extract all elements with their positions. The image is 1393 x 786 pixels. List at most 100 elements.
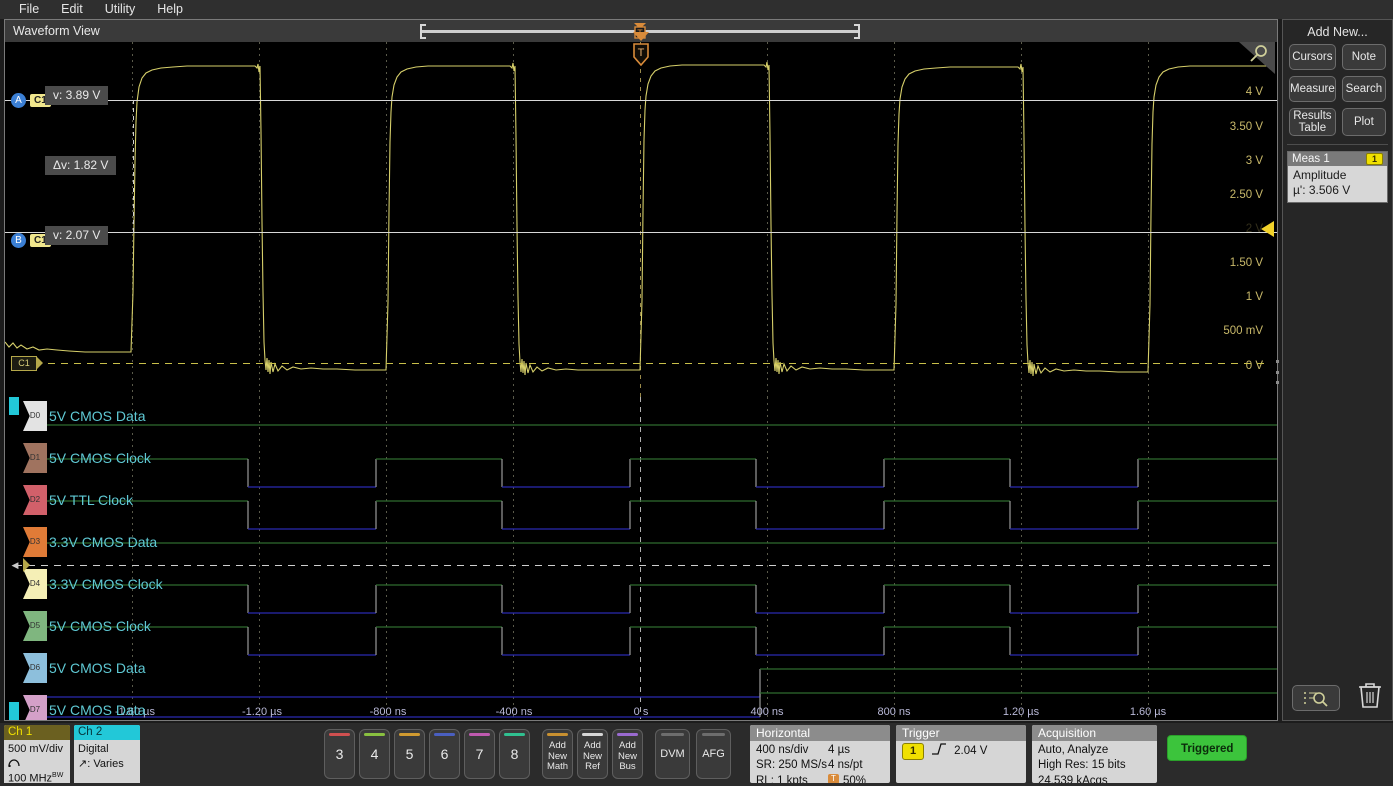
graticule[interactable]: A C1 v: 3.89 V B C1 v: 2.07 V Δv: 1.82 V… — [5, 42, 1277, 720]
channel-button-label: 3 — [336, 746, 344, 762]
trigger-level-value: 2.04 V — [954, 744, 987, 759]
menu-item-utility[interactable]: Utility — [94, 0, 147, 19]
trigger-position-marker[interactable]: T — [632, 32, 650, 66]
digital-threshold-line — [15, 565, 1270, 566]
digital-label-d0: 5V CMOS Data — [49, 408, 145, 424]
channel-color-strip — [504, 733, 525, 736]
svg-text:T: T — [638, 47, 645, 59]
add-cursors-button[interactable]: Cursors — [1289, 44, 1336, 70]
add-note-button[interactable]: Note — [1342, 44, 1386, 70]
cursor-a-line[interactable] — [5, 100, 1277, 101]
horizontal-settings-box[interactable]: Horizontal 400 ns/div4 µs SR: 250 MS/s4 … — [750, 725, 890, 783]
ch2-threshold: ↗: Varies — [78, 757, 136, 772]
rising-edge-icon — [931, 743, 947, 760]
zoom-results-icon[interactable] — [1292, 685, 1340, 711]
add-results-table-button[interactable]: Results Table — [1289, 108, 1336, 136]
channel-color-strip — [434, 733, 455, 736]
channel-badge-ch2[interactable]: Ch 2 Digital ↗: Varies — [74, 725, 140, 783]
acquisition-settings-box[interactable]: Acquisition Auto, Analyze High Res: 15 b… — [1032, 725, 1157, 783]
y-axis-label: 500 mV — [1223, 325, 1263, 337]
channel-button-label: 6 — [441, 746, 449, 762]
add-new-math-button[interactable]: Add New Math — [542, 729, 573, 779]
dvm-color-strip — [661, 733, 684, 736]
x-axis-label: -1.20 µs — [242, 706, 282, 718]
add-search-button[interactable]: Search — [1342, 76, 1386, 102]
channel-color-strip — [364, 733, 385, 736]
add-new-sidebar: Add New... Cursors Note Measure Search R… — [1282, 19, 1393, 721]
dvm-label: DVM — [660, 748, 684, 760]
channel-button-label: 7 — [476, 746, 484, 762]
add-new-bus-button[interactable]: Add New Bus — [612, 729, 643, 779]
add-plot-button[interactable]: Plot — [1342, 108, 1386, 136]
trigger-level-arrow-icon[interactable] — [1261, 221, 1274, 237]
panel-resize-handle[interactable] — [1276, 360, 1280, 384]
channel-button-8[interactable]: 8 — [499, 729, 530, 779]
bus-color-strip — [617, 733, 638, 736]
digital-threshold-handle[interactable]: ◀ — [7, 559, 23, 574]
acquisition-values: Auto, Analyze High Res: 15 bits 24.539 k… — [1032, 741, 1157, 783]
trash-icon[interactable] — [1357, 681, 1383, 714]
acquisition-mode: Auto, Analyze — [1038, 743, 1151, 758]
channel-button-4[interactable]: 4 — [359, 729, 390, 779]
sidebar-button-grid: Cursors Note Measure Search Results Tabl… — [1283, 44, 1392, 136]
channel-badge-ch1[interactable]: Ch 1 500 mV/div 100 MHzBW — [4, 725, 70, 783]
channel-button-6[interactable]: 6 — [429, 729, 460, 779]
x-axis-label: 1.60 µs — [1130, 706, 1166, 718]
overview-bracket-left[interactable] — [420, 24, 426, 39]
cursor-b-line[interactable] — [5, 232, 1277, 233]
measurement-name: Meas 1 — [1292, 153, 1330, 165]
ch1-ground-marker[interactable]: C1 — [11, 356, 37, 371]
measurement-badge[interactable]: Meas 1 1 Amplitude µ': 3.506 V — [1287, 151, 1388, 203]
add-measure-button[interactable]: Measure — [1289, 76, 1336, 102]
analog-channel-area[interactable]: A C1 v: 3.89 V B C1 v: 2.07 V Δv: 1.82 V… — [5, 42, 1277, 397]
ch1-analog-waveform — [5, 42, 1277, 397]
digital-label-d4: 3.3V CMOS Clock — [49, 576, 163, 592]
acquisition-count: 24.539 kAcqs — [1038, 774, 1151, 783]
trigger-settings-box[interactable]: Trigger 1 2.04 V — [896, 725, 1026, 783]
trigger-title: Trigger — [896, 725, 1026, 741]
afg-button[interactable]: AFG — [696, 729, 731, 779]
ch1-settings: 500 mV/div 100 MHzBW — [4, 740, 70, 783]
channel-button-5[interactable]: 5 — [394, 729, 425, 779]
overview-bracket-right[interactable] — [854, 24, 860, 39]
cursor-vertical-dash — [133, 100, 134, 232]
measurement-badge-body: Amplitude µ': 3.506 V — [1288, 166, 1387, 202]
y-axis-label: 3.50 V — [1230, 121, 1263, 133]
cursor-a-readout: v: 3.89 V — [45, 86, 108, 105]
oscilloscope-app: File Edit Utility Help Waveform View T — [0, 0, 1393, 786]
y-axis-label: 3 V — [1246, 155, 1263, 167]
digital-waveforms — [5, 397, 1277, 719]
status-badge[interactable]: Triggered — [1167, 735, 1247, 761]
add-new-math-label: Add New Math — [543, 741, 572, 773]
menu-item-edit[interactable]: Edit — [50, 0, 94, 19]
ch1-vdiv: 500 mV/div — [8, 742, 66, 757]
y-axis-label: 1 V — [1246, 291, 1263, 303]
channel-color-strip — [399, 733, 420, 736]
trigger-pos-icon: T — [828, 774, 839, 783]
trigger-source-chip: 1 — [902, 743, 924, 760]
acquisition-resolution: High Res: 15 bits — [1038, 758, 1151, 773]
sidebar-bottom-actions — [1283, 681, 1392, 714]
menu-item-file[interactable]: File — [8, 0, 50, 19]
channel-button-7[interactable]: 7 — [464, 729, 495, 779]
ch2-settings: Digital ↗: Varies — [74, 740, 140, 773]
measurement-source-chip: 1 — [1366, 153, 1383, 165]
x-axis-label: 400 ns — [750, 706, 783, 718]
dvm-button[interactable]: DVM — [655, 729, 690, 779]
horizontal-row: 400 ns/div4 µs — [756, 743, 884, 758]
magnifier-icon[interactable] — [1235, 42, 1275, 74]
digital-channel-area[interactable]: D0 5V CMOS Data D1 5V CMOS Clock D2 5V T… — [5, 397, 1277, 720]
channel-color-strip — [329, 733, 350, 736]
x-axis-label: -400 ns — [496, 706, 533, 718]
ch1-ground-level-line — [35, 363, 1267, 364]
measurement-badge-header: Meas 1 1 — [1288, 152, 1387, 166]
channel-button-3[interactable]: 3 — [324, 729, 355, 779]
add-new-ref-button[interactable]: Add New Ref — [577, 729, 608, 779]
bottom-status-bar: Ch 1 500 mV/div 100 MHzBW Ch 2 Digital ↗… — [0, 723, 1393, 786]
y-axis-label: 0 V — [1246, 360, 1263, 372]
acquisition-title: Acquisition — [1032, 725, 1157, 741]
channel-color-strip — [469, 733, 490, 736]
measurement-type: Amplitude — [1293, 168, 1382, 183]
menu-item-help[interactable]: Help — [146, 0, 194, 19]
afg-label: AFG — [702, 748, 725, 760]
